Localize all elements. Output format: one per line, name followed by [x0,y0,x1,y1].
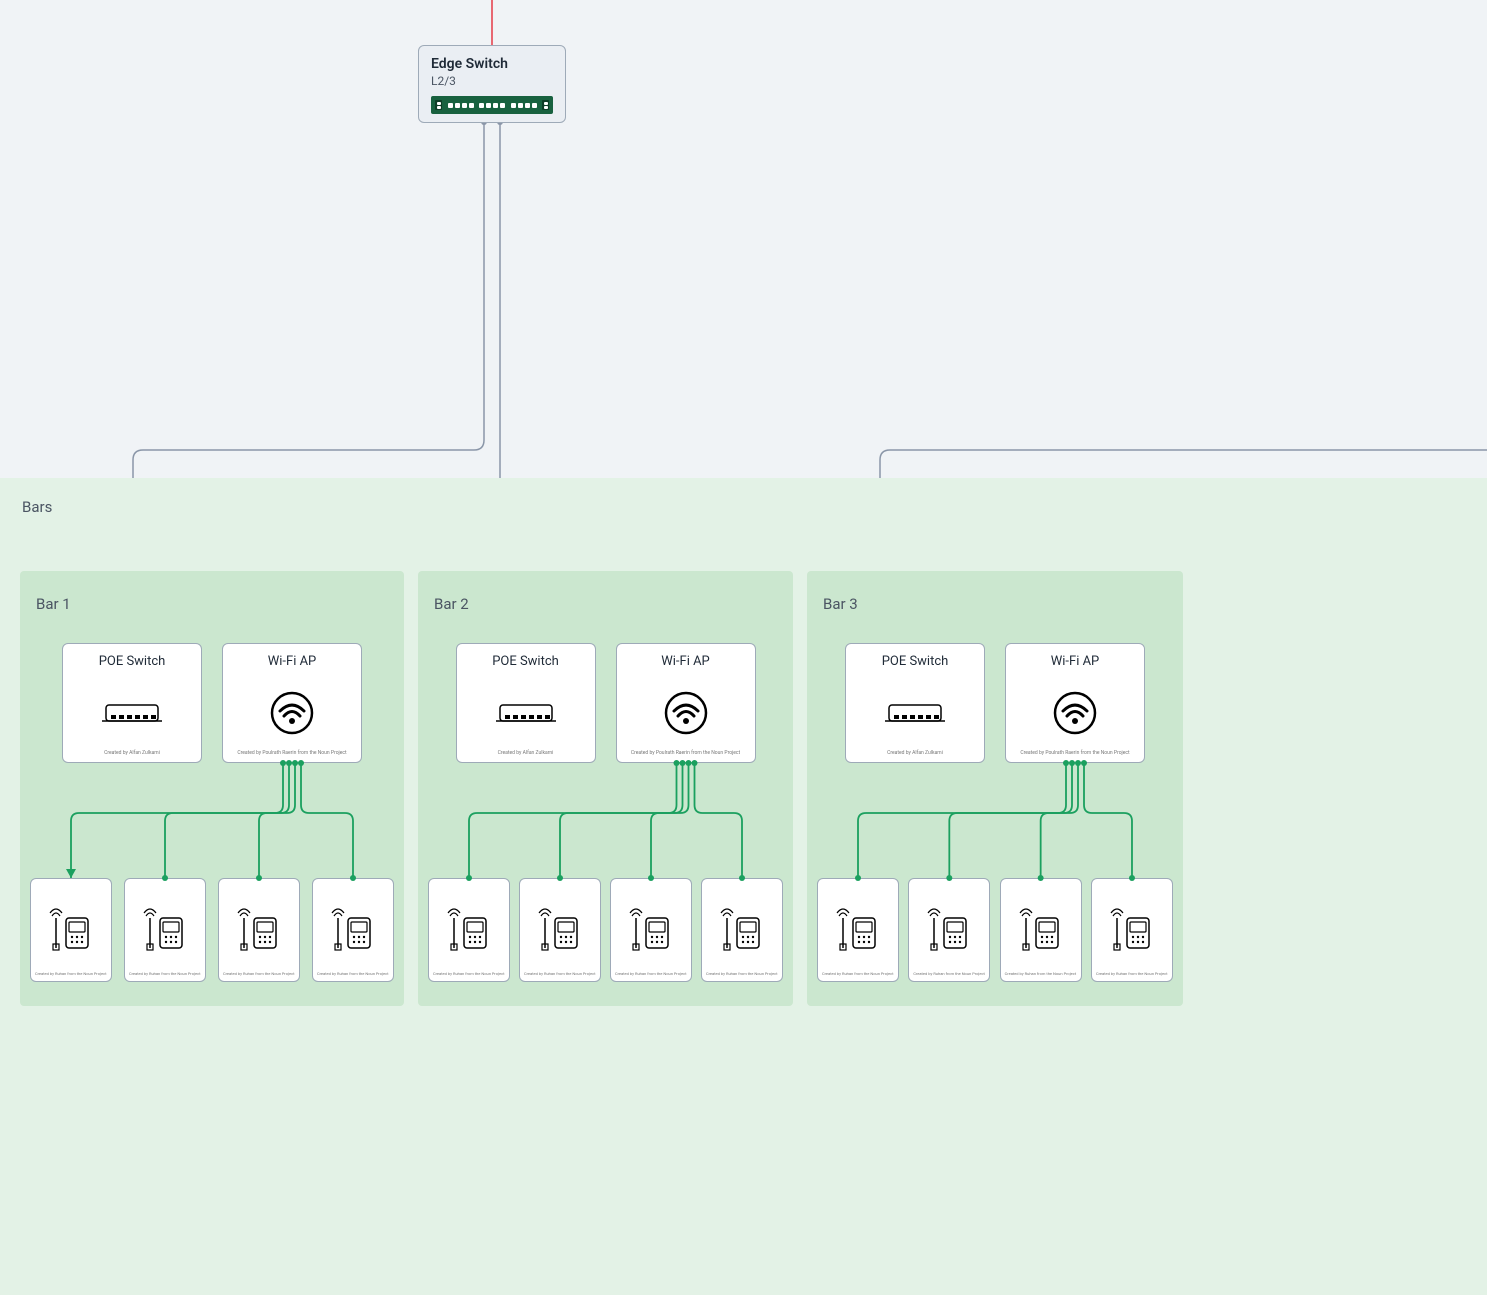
poe-switch-node[interactable]: POE Switch Created by Alfan Zulkarni [456,643,596,763]
pos-terminal-node[interactable]: Created by Ruhan from the Noun Project [817,878,899,982]
wifi-ap-icon [268,675,316,750]
credit-text: Created by Ruhan from the Noun Project [317,972,389,977]
pos-terminal-node[interactable]: Created by Ruhan from the Noun Project [124,878,206,982]
wifi-ap-node[interactable]: Wi-Fi AP Created by Poulrath Raerin from… [222,643,362,763]
credit-text: Created by Ruhan from the Noun Project [822,972,894,977]
pos-terminal-node[interactable]: Created by Ruhan from the Noun Project [908,878,990,982]
poe-switch-node[interactable]: POE Switch Created by Alfan Zulkarni [62,643,202,763]
edge-switch-title: Edge Switch [431,56,553,72]
pos-terminal-icon [330,885,376,972]
pos-terminal-node[interactable]: Created by Ruhan from the Noun Project [428,878,510,982]
credit-text: Created by Ruhan from the Noun Project [706,972,778,977]
wifi-ap-label: Wi-Fi AP [661,654,710,669]
wifi-ap-icon [1051,675,1099,750]
pos-terminal-node[interactable]: Created by Ruhan from the Noun Project [519,878,601,982]
credit-text: Created by Ruhan from the Noun Project [1005,972,1077,977]
credit-text: Created by Ruhan from the Noun Project [433,972,505,977]
credit-text: Created by Alfan Zulkarni [887,750,943,756]
credit-text: Created by Ruhan from the Noun Project [524,972,596,977]
credit-text: Created by Poulrath Raerin from the Noun… [631,750,740,756]
wifi-ap-label: Wi-Fi AP [1051,654,1100,669]
poe-switch-label: POE Switch [99,654,166,669]
pos-terminal-icon [835,885,881,972]
pos-terminal-node[interactable]: Created by Ruhan from the Noun Project [1000,878,1082,982]
credit-text: Created by Ruhan from the Noun Project [35,972,107,977]
pos-terminal-node[interactable]: Created by Ruhan from the Noun Project [30,878,112,982]
credit-text: Created by Alfan Zulkarni [104,750,160,756]
pos-terminal-icon [48,885,94,972]
pos-terminal-icon [1109,885,1155,972]
pos-terminal-icon [628,885,674,972]
wifi-ap-node[interactable]: Wi-Fi AP Created by Poulrath Raerin from… [1005,643,1145,763]
bar-label: Bar 2 [434,595,777,613]
pos-terminal-node[interactable]: Created by Ruhan from the Noun Project [610,878,692,982]
credit-text: Created by Ruhan from the Noun Project [913,972,985,977]
diagram-canvas[interactable]: Edge Switch L2/3 Bars Bar 1 POE Switch [0,0,1487,1295]
credit-text: Created by Ruhan from the Noun Project [1096,972,1168,977]
bar-group[interactable]: Bar 1 POE Switch Created by [20,571,404,1006]
credit-text: Created by Ruhan from the Noun Project [223,972,295,977]
bar-label: Bar 1 [36,595,388,613]
poe-switch-node[interactable]: POE Switch Created by Alfan Zulkarni [845,643,985,763]
pos-terminal-icon [446,885,492,972]
switch-icon [431,96,553,114]
bar-label: Bar 3 [823,595,1167,613]
wifi-ap-node[interactable]: Wi-Fi AP Created by Poulrath Raerin from… [616,643,756,763]
poe-switch-label: POE Switch [882,654,949,669]
pos-terminal-icon [1018,885,1064,972]
bars-group: Bars Bar 1 POE Switch [0,478,1487,1295]
pos-terminal-icon [142,885,188,972]
credit-text: Created by Alfan Zulkarni [498,750,554,756]
bar-group[interactable]: Bar 2 POE Switch Created by [418,571,793,1006]
wifi-ap-label: Wi-Fi AP [268,654,317,669]
wifi-ap-icon [662,675,710,750]
pos-terminal-icon [537,885,583,972]
credit-text: Created by Ruhan from the Noun Project [615,972,687,977]
edge-switch-node[interactable]: Edge Switch L2/3 [418,45,566,123]
pos-terminal-node[interactable]: Created by Ruhan from the Noun Project [1091,878,1173,982]
pos-terminal-icon [719,885,765,972]
edge-switch-subtitle: L2/3 [431,74,553,88]
credit-text: Created by Ruhan from the Noun Project [129,972,201,977]
network-switch-icon [102,675,162,750]
pos-terminal-node[interactable]: Created by Ruhan from the Noun Project [218,878,300,982]
bars-group-label: Bars [22,498,1467,516]
poe-switch-label: POE Switch [492,654,559,669]
pos-terminal-icon [926,885,972,972]
pos-terminal-node[interactable]: Created by Ruhan from the Noun Project [312,878,394,982]
bar-group[interactable]: Bar 3 POE Switch Created by [807,571,1183,1006]
network-switch-icon [496,675,556,750]
network-switch-icon [885,675,945,750]
pos-terminal-node[interactable]: Created by Ruhan from the Noun Project [701,878,783,982]
credit-text: Created by Poulrath Raerin from the Noun… [237,750,346,756]
credit-text: Created by Poulrath Raerin from the Noun… [1020,750,1129,756]
pos-terminal-icon [236,885,282,972]
